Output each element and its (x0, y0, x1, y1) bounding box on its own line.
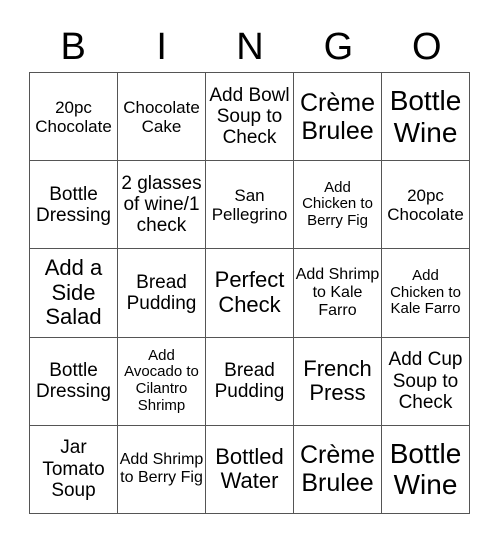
bingo-cell[interactable]: 20pc Chocolate (382, 161, 470, 250)
bingo-cell[interactable]: Add Chicken to Kale Farro (382, 249, 470, 338)
bingo-cell[interactable]: San Pellegrino (206, 161, 294, 250)
bingo-cell[interactable]: 2 glasses of wine/1 check (118, 161, 206, 250)
bingo-cell[interactable]: Jar Tomato Soup (30, 425, 118, 514)
bingo-cell[interactable]: Bottle Dressing (30, 161, 118, 250)
bingo-cell[interactable]: Bottle Dressing (30, 337, 118, 426)
header-letter-g: G (323, 26, 354, 68)
bingo-cell[interactable]: Add Bowl Soup to Check (206, 73, 294, 162)
bingo-cell[interactable]: French Press (294, 337, 382, 426)
bingo-grid: 20pc Chocolate Chocolate Cake Add Bowl S… (29, 72, 470, 514)
bingo-cell[interactable]: Bottled Water (206, 425, 294, 514)
header-letter-i: I (156, 26, 167, 68)
bingo-cell[interactable]: Add Shrimp to Kale Farro (294, 249, 382, 338)
bingo-cell[interactable]: Add Chicken to Berry Fig (294, 161, 382, 250)
bingo-cell[interactable]: Add Shrimp to Berry Fig (118, 425, 206, 514)
bingo-cell[interactable]: Crème Brulee (294, 425, 382, 514)
bingo-cell[interactable]: Chocolate Cake (118, 73, 206, 162)
bingo-cell[interactable]: Bread Pudding (206, 337, 294, 426)
header-letter-n: N (236, 26, 264, 68)
bingo-cell[interactable]: Bottle Wine (382, 425, 470, 514)
header-letter-b: B (60, 26, 86, 68)
bingo-header: B I N G O (29, 22, 471, 72)
bingo-cell[interactable]: Bottle Wine (382, 73, 470, 162)
bingo-cell[interactable]: Bread Pudding (118, 249, 206, 338)
bingo-cell[interactable]: Add Avocado to Cilantro Shrimp (118, 337, 206, 426)
header-letter-o: O (412, 26, 442, 68)
bingo-cell[interactable]: Perfect Check (206, 249, 294, 338)
bingo-cell[interactable]: 20pc Chocolate (30, 73, 118, 162)
bingo-cell[interactable]: Add Cup Soup to Check (382, 337, 470, 426)
bingo-cell[interactable]: Crème Brulee (294, 73, 382, 162)
bingo-cell[interactable]: Add a Side Salad (30, 249, 118, 338)
